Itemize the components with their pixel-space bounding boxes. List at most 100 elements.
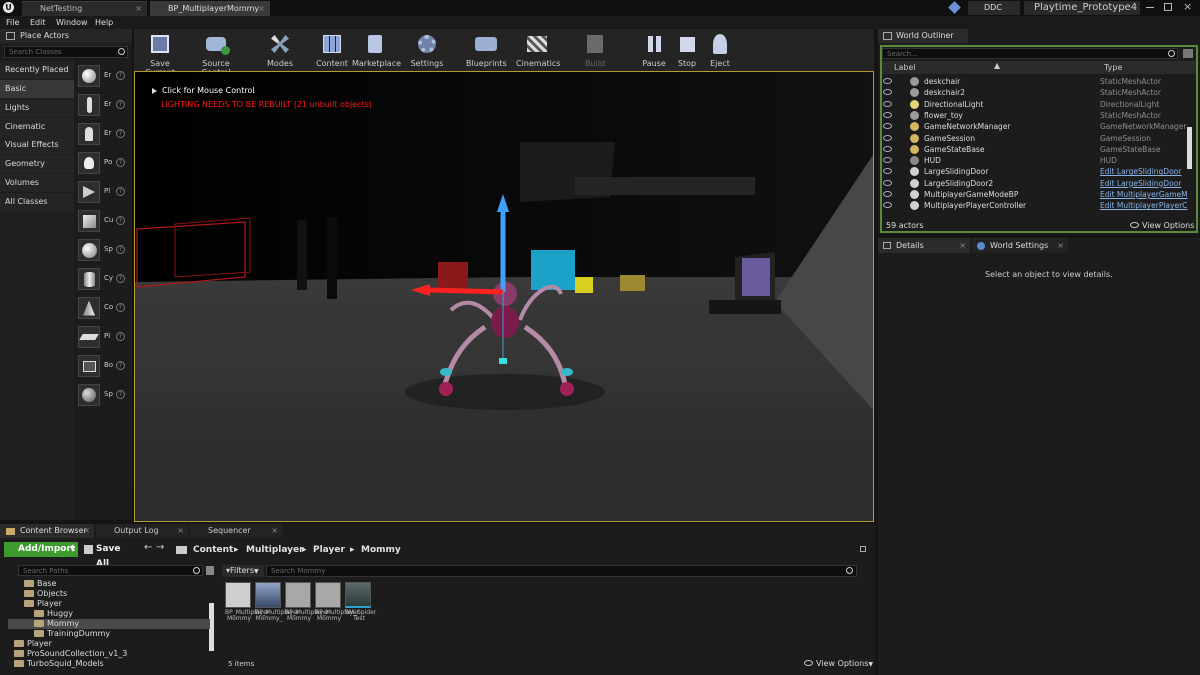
asset-tile[interactable]: SM_Spider Test <box>345 582 376 622</box>
breadcrumb-player[interactable]: Player <box>313 543 345 557</box>
help-icon[interactable]: ? <box>116 245 125 254</box>
help-icon[interactable]: ? <box>116 361 125 370</box>
breadcrumb-mommy[interactable]: Mommy <box>361 543 401 557</box>
breadcrumb-multiplayer[interactable]: Multiplayer <box>246 543 304 557</box>
menu-file[interactable]: File <box>6 16 19 29</box>
asset-tile[interactable]: BP_Multiplayer Mommy_ <box>255 582 299 622</box>
forward-arrow-icon[interactable]: → <box>156 542 164 553</box>
close-window-icon[interactable]: × <box>1183 0 1192 13</box>
tab-details[interactable]: Details × <box>878 238 970 253</box>
cinematics-button[interactable]: Cinematics <box>516 29 560 71</box>
outliner-type[interactable]: Edit MultiplayerGameM <box>1100 189 1188 200</box>
close-icon[interactable]: × <box>177 524 184 538</box>
visibility-eye-icon[interactable] <box>883 191 892 197</box>
visibility-eye-icon[interactable] <box>883 78 892 84</box>
actor-item-sphere-trigger[interactable]: Sp? <box>76 382 132 410</box>
outliner-row[interactable]: flower_toy StaticMeshActor <box>880 110 1198 121</box>
stop-button[interactable]: Stop <box>674 29 700 71</box>
marketplace-button[interactable]: Marketplace <box>352 29 401 71</box>
outliner-row[interactable]: LargeSlidingDoor Edit LargeSlidingDoor <box>880 166 1198 177</box>
help-icon[interactable]: ? <box>116 332 125 341</box>
actor-item-plane[interactable]: Pl? <box>76 324 132 352</box>
visibility-eye-icon[interactable] <box>883 157 892 164</box>
actor-item-cube[interactable]: Cu? <box>76 208 132 236</box>
menu-help[interactable]: Help <box>95 16 113 29</box>
tab-bp-multiplayermommy[interactable]: BP_MultiplayerMommy × <box>150 1 270 16</box>
expand-arrow-icon[interactable] <box>152 88 157 94</box>
help-icon[interactable]: ? <box>116 187 125 196</box>
help-icon[interactable]: ? <box>116 158 125 167</box>
tab-nettesting[interactable]: NetTesting × <box>22 1 147 16</box>
blueprints-button[interactable]: Blueprints <box>466 29 507 71</box>
level-viewport[interactable]: Click for Mouse Control LIGHTING NEEDS T… <box>134 71 874 522</box>
back-arrow-icon[interactable]: ← <box>144 542 152 553</box>
outliner-type[interactable]: Edit LargeSlidingDoor <box>1100 178 1181 189</box>
tab-place-actors[interactable]: Place Actors <box>0 29 132 43</box>
category-geometry[interactable]: Geometry <box>0 155 74 173</box>
visibility-eye-icon[interactable] <box>883 89 892 96</box>
actor-item-player-start[interactable]: Pl? <box>76 179 132 207</box>
actor-item-box-trigger[interactable]: Bo? <box>76 353 132 381</box>
actor-item-empty-actor[interactable]: Er? <box>76 63 132 91</box>
close-icon[interactable]: × <box>135 2 142 16</box>
tab-world-settings[interactable]: World Settings × <box>972 238 1068 253</box>
outliner-row[interactable]: GameNetworkManager GameNetworkManager <box>880 121 1198 132</box>
help-icon[interactable]: ? <box>116 274 125 283</box>
category-all-classes[interactable]: All Classes <box>0 193 74 211</box>
close-icon[interactable]: × <box>258 2 265 16</box>
folder-tree-item[interactable]: Player <box>8 639 210 649</box>
lock-icon[interactable] <box>860 546 866 552</box>
cb-view-options-button[interactable]: View Options▼ <box>804 659 873 668</box>
actor-item-empty-pawn[interactable]: Er? <box>76 121 132 149</box>
folder-tree-item[interactable]: ProSoundCollection_v1_3 <box>8 649 210 659</box>
breadcrumb-content[interactable]: Content <box>193 543 233 557</box>
outliner-row[interactable]: GameSession GameSession <box>880 133 1198 144</box>
save-current-button[interactable]: Save Current <box>136 29 184 77</box>
menu-window[interactable]: Window <box>56 16 88 29</box>
actor-item-point-light[interactable]: Po? <box>76 150 132 178</box>
settings-icon[interactable] <box>1183 49 1193 58</box>
outliner-row[interactable]: MultiplayerGameModeBP Edit MultiplayerGam… <box>880 189 1198 200</box>
view-options-button[interactable]: View Options <box>1130 221 1194 230</box>
filters-button[interactable]: ▾Filters▼ <box>222 565 264 577</box>
category-lights[interactable]: Lights <box>0 99 74 117</box>
visibility-eye-icon[interactable] <box>883 100 892 107</box>
col-label-header[interactable]: Label <box>894 63 916 72</box>
asset-tile[interactable]: BP_Multiplayer Mommy <box>225 582 269 622</box>
category-recently-placed[interactable]: Recently Placed <box>0 61 74 79</box>
menu-edit[interactable]: Edit <box>30 16 46 29</box>
help-icon[interactable]: ? <box>116 71 125 80</box>
folder-tree-item[interactable]: Base <box>8 579 210 589</box>
tab-sequencer[interactable]: Sequencer × <box>190 524 282 538</box>
eject-button[interactable]: Eject <box>706 29 734 71</box>
outliner-row[interactable]: DirectionalLight DirectionalLight <box>880 99 1198 110</box>
visibility-eye-icon[interactable] <box>883 202 892 209</box>
source-control-button[interactable]: Source Control <box>188 29 244 77</box>
maximize-icon[interactable] <box>1164 3 1172 11</box>
help-icon[interactable]: ? <box>116 390 125 399</box>
visibility-eye-icon[interactable] <box>883 168 892 175</box>
outliner-row[interactable]: GameStateBase GameStateBase <box>880 144 1198 155</box>
folder-tree-item[interactable]: Huggy <box>8 609 210 619</box>
close-icon[interactable]: × <box>83 524 90 538</box>
outliner-row[interactable]: LargeSlidingDoor2 Edit LargeSlidingDoor <box>880 178 1198 189</box>
click-for-mouse-control[interactable]: Click for Mouse Control <box>162 86 255 95</box>
category-volumes[interactable]: Volumes <box>0 174 74 192</box>
pause-button[interactable]: Pause <box>640 29 668 71</box>
sort-up-icon[interactable]: ▲ <box>994 61 1000 70</box>
close-icon[interactable]: × <box>1057 238 1064 253</box>
asset-tile[interactable]: BP_Multiplayer Mommy <box>315 582 359 622</box>
save-all-button[interactable]: Save All <box>84 542 134 569</box>
visibility-eye-icon[interactable] <box>883 123 892 130</box>
actor-item-cylinder[interactable]: Cy? <box>76 266 132 294</box>
asset-tile[interactable]: BP_Multiplayer Mommy <box>285 582 329 622</box>
search-paths-input[interactable]: Search Paths <box>18 565 203 576</box>
category-basic[interactable]: Basic <box>0 80 74 98</box>
close-icon[interactable]: × <box>271 524 278 538</box>
folder-tree-item[interactable]: TurboSquid_Models <box>8 659 210 669</box>
outliner-row[interactable]: HUD HUD <box>880 155 1198 166</box>
search-assets-input[interactable]: Search Mommy <box>266 565 857 577</box>
visibility-eye-icon[interactable] <box>883 134 892 141</box>
outliner-row[interactable]: deskchair StaticMeshActor <box>880 76 1198 87</box>
build-button[interactable]: Build <box>580 29 610 71</box>
